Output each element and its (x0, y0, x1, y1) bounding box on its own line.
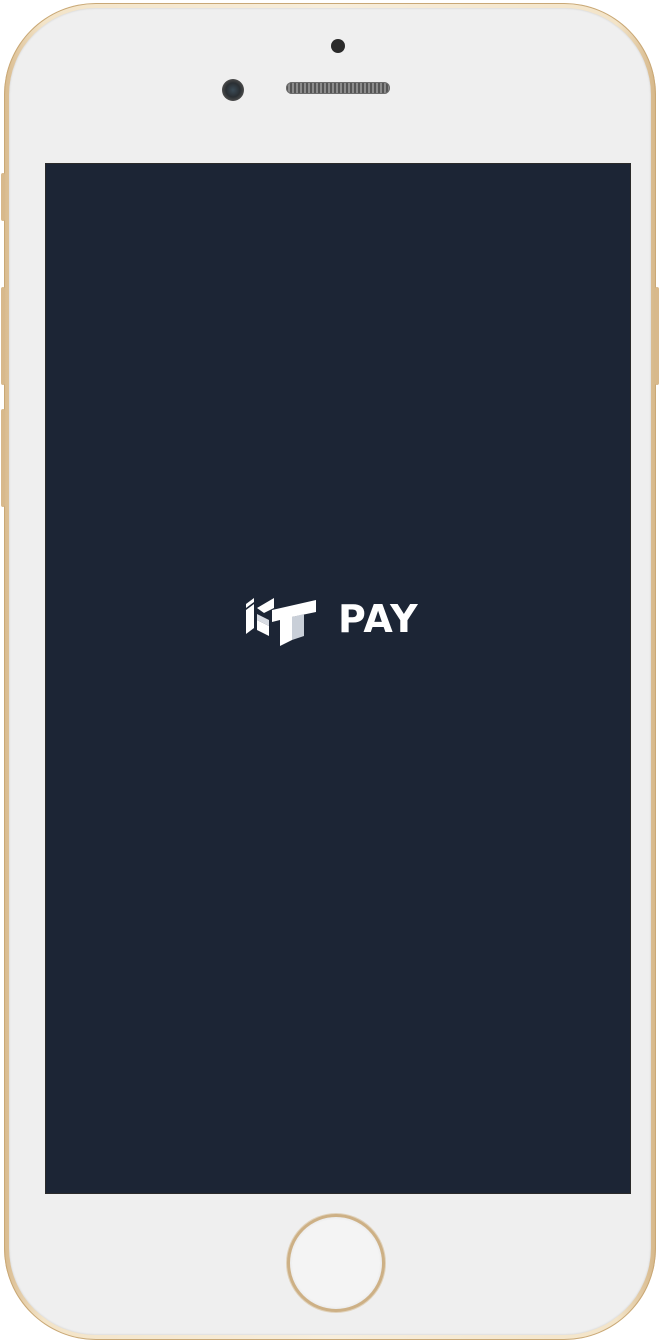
home-button-icon[interactable] (287, 1214, 385, 1312)
power-button (655, 287, 659, 385)
volume-up-button (1, 287, 5, 385)
volume-down-button (1, 409, 5, 507)
app-logo: PAY (244, 588, 419, 650)
proximity-sensor (331, 39, 345, 53)
app-logo-text: PAY (338, 597, 419, 641)
app-screen: PAY (46, 164, 630, 1193)
phone-frame: PAY (1, 3, 659, 1340)
speaker-grille-icon (286, 82, 390, 94)
front-camera-icon (222, 79, 244, 101)
ist-logo-icon (246, 598, 316, 646)
phone-face: PAY (9, 8, 651, 1335)
mute-switch (1, 173, 5, 221)
